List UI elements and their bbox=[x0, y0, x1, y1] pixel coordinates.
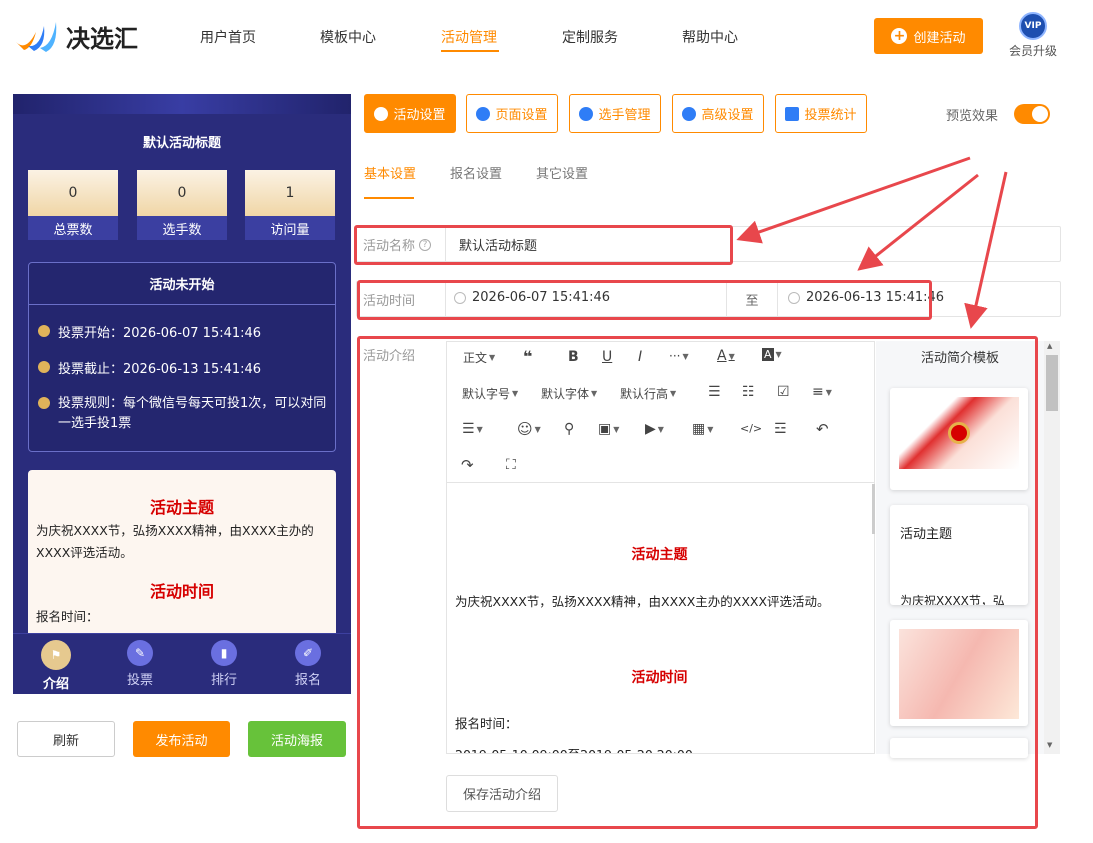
arrow-to-intro bbox=[964, 171, 1008, 329]
arrow-to-name bbox=[736, 156, 971, 244]
annotation-arrows bbox=[736, 156, 1008, 329]
